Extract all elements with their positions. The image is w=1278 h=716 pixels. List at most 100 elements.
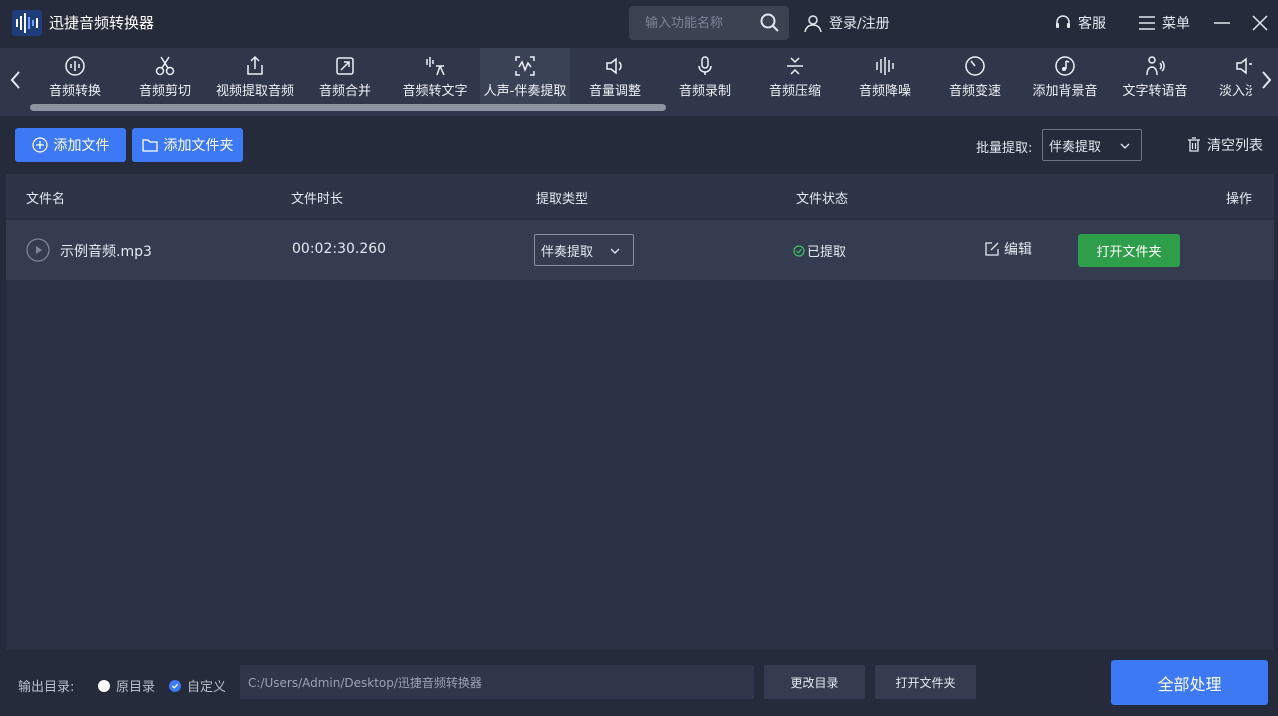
- user-icon: [803, 13, 823, 33]
- title-bar: 迅捷音频转换器 登录/注册 客服 菜单: [0, 0, 1278, 46]
- tool-label: 音频转文字: [402, 84, 468, 99]
- login-label: 登录/注册: [829, 16, 890, 32]
- scissors-icon: [154, 55, 176, 77]
- tool-label: 音频录制: [678, 84, 731, 99]
- scroll-left-icon[interactable]: [6, 68, 26, 92]
- tool-vocal-separation[interactable]: 人声-伴奏提取: [480, 48, 570, 104]
- tool-label: 视频提取音频: [215, 84, 294, 99]
- search-icon[interactable]: [759, 12, 781, 34]
- customer-service-button[interactable]: 客服: [1054, 11, 1106, 35]
- login-button[interactable]: 登录/注册: [803, 11, 890, 35]
- radio-unchecked-icon: [98, 679, 110, 692]
- change-dir-button[interactable]: 更改目录: [764, 665, 865, 699]
- menu-label: 菜单: [1162, 16, 1190, 32]
- tool-label: 音频降噪: [858, 84, 911, 99]
- radio-original-dir[interactable]: 原目录: [98, 676, 155, 695]
- tool-audio-record[interactable]: 音频录制: [660, 48, 750, 104]
- trash-icon: [1186, 137, 1202, 153]
- tool-label: 音频合并: [318, 84, 371, 99]
- add-folder-button[interactable]: 添加文件夹: [132, 128, 243, 162]
- footer-bar: 输出目录: 原目录 自定义 C:/Users/Admin/Desktop/迅捷音…: [0, 654, 1278, 716]
- column-header-ops: 操作: [1226, 192, 1253, 207]
- microphone-icon: [694, 55, 716, 77]
- open-folder-button[interactable]: 打开文件夹: [875, 665, 976, 699]
- tool-audio-speed[interactable]: 音频变速: [930, 48, 1020, 104]
- batch-extract-label: 批量提取:: [976, 141, 1033, 156]
- tool-audio-compress[interactable]: 音频压缩: [750, 48, 840, 104]
- radio-checked-icon: [169, 679, 181, 692]
- radio-original-label: 原目录: [116, 680, 156, 695]
- tool-add-background-music[interactable]: 添加背景音: [1020, 48, 1110, 104]
- tool-label: 音频剪切: [138, 84, 191, 99]
- music-note-icon: [1054, 55, 1076, 77]
- tool-label: 人声-伴奏提取: [483, 84, 567, 99]
- chevron-down-icon: [609, 245, 621, 257]
- radio-custom-dir[interactable]: 自定义: [169, 676, 226, 695]
- tool-volume-adjust[interactable]: 音量调整: [570, 48, 660, 104]
- edit-button[interactable]: 编辑: [984, 239, 1032, 259]
- file-status-label: 已提取: [807, 245, 847, 260]
- extract-type-value: 伴奏提取: [541, 244, 594, 260]
- speed-icon: [964, 55, 986, 77]
- audio-convert-icon: [64, 55, 86, 77]
- vocal-separation-icon: [514, 55, 536, 77]
- feature-toolbar: 音频转换 音频剪切 视频提取音频 音频合并 音频转文字 人声-伴奏提取 音量调整: [0, 48, 1278, 116]
- check-circle-icon: [793, 244, 805, 257]
- minimize-icon[interactable]: [1212, 13, 1232, 33]
- menu-button[interactable]: 菜单: [1138, 11, 1190, 35]
- chevron-down-icon: [1119, 140, 1131, 152]
- headset-icon: [1054, 14, 1072, 32]
- function-search: [629, 6, 789, 40]
- tool-audio-cut[interactable]: 音频剪切: [120, 48, 210, 104]
- fade-icon: [1234, 55, 1252, 77]
- add-file-button[interactable]: 添加文件: [15, 128, 126, 162]
- tool-text-to-speech[interactable]: 文字转语音: [1110, 48, 1200, 104]
- tool-label: 音频压缩: [768, 84, 821, 99]
- output-dir-label: 输出目录:: [18, 680, 75, 695]
- file-name: 示例音频.mp3: [60, 244, 152, 260]
- open-folder-row-button[interactable]: 打开文件夹: [1078, 234, 1180, 267]
- extract-type-select[interactable]: 伴奏提取: [534, 234, 634, 266]
- file-duration: 00:02:30.260: [292, 241, 387, 257]
- clear-list-button[interactable]: 清空列表: [1186, 135, 1263, 155]
- tool-audio-merge[interactable]: 音频合并: [300, 48, 390, 104]
- output-path-field[interactable]: C:/Users/Admin/Desktop/迅捷音频转换器: [240, 665, 754, 699]
- output-path-value: C:/Users/Admin/Desktop/迅捷音频转换器: [248, 675, 482, 690]
- hamburger-icon: [1138, 15, 1156, 31]
- file-status: 已提取: [793, 241, 846, 260]
- toolbar-scrollbar[interactable]: [30, 104, 666, 111]
- radio-custom-label: 自定义: [187, 680, 227, 695]
- process-all-button[interactable]: 全部处理: [1111, 660, 1268, 705]
- play-icon[interactable]: [26, 238, 50, 262]
- export-icon: [244, 55, 266, 77]
- noise-reduction-icon: [874, 55, 896, 77]
- app-logo-icon: [12, 10, 42, 36]
- edit-label: 编辑: [1004, 242, 1032, 258]
- tool-video-extract-audio[interactable]: 视频提取音频: [210, 48, 300, 104]
- tool-label: 添加背景音: [1032, 84, 1098, 99]
- speech-to-text-icon: [424, 55, 446, 77]
- tool-list: 音频转换 音频剪切 视频提取音频 音频合并 音频转文字 人声-伴奏提取 音量调整: [30, 48, 1252, 104]
- search-input[interactable]: [637, 6, 757, 40]
- batch-extract-select[interactable]: 伴奏提取: [1042, 129, 1142, 161]
- tool-audio-to-text[interactable]: 音频转文字: [390, 48, 480, 104]
- column-header-type: 提取类型: [536, 192, 589, 207]
- app-title: 迅捷音频转换器: [49, 14, 155, 32]
- merge-icon: [334, 55, 356, 77]
- text-to-speech-icon: [1144, 55, 1166, 77]
- tool-audio-convert[interactable]: 音频转换: [30, 48, 120, 104]
- table-row: 示例音频.mp3 00:02:30.260 伴奏提取 已提取 编辑 打开文件夹: [6, 220, 1274, 280]
- clear-list-label: 清空列表: [1207, 138, 1263, 154]
- tool-label: 文字转语音: [1122, 84, 1188, 99]
- scroll-right-icon[interactable]: [1256, 68, 1276, 92]
- compress-icon: [784, 55, 806, 77]
- plus-circle-icon: [31, 137, 48, 153]
- batch-extract-value: 伴奏提取: [1049, 139, 1102, 155]
- column-header-status: 文件状态: [796, 192, 849, 207]
- table-header: 文件名 文件时长 提取类型 文件状态 操作: [6, 174, 1274, 218]
- tool-label: 音频转换: [48, 84, 101, 99]
- close-icon[interactable]: [1250, 13, 1270, 33]
- tool-noise-reduction[interactable]: 音频降噪: [840, 48, 930, 104]
- column-header-duration: 文件时长: [291, 192, 344, 207]
- tool-fade-in-out[interactable]: 淡入淡出: [1200, 48, 1252, 104]
